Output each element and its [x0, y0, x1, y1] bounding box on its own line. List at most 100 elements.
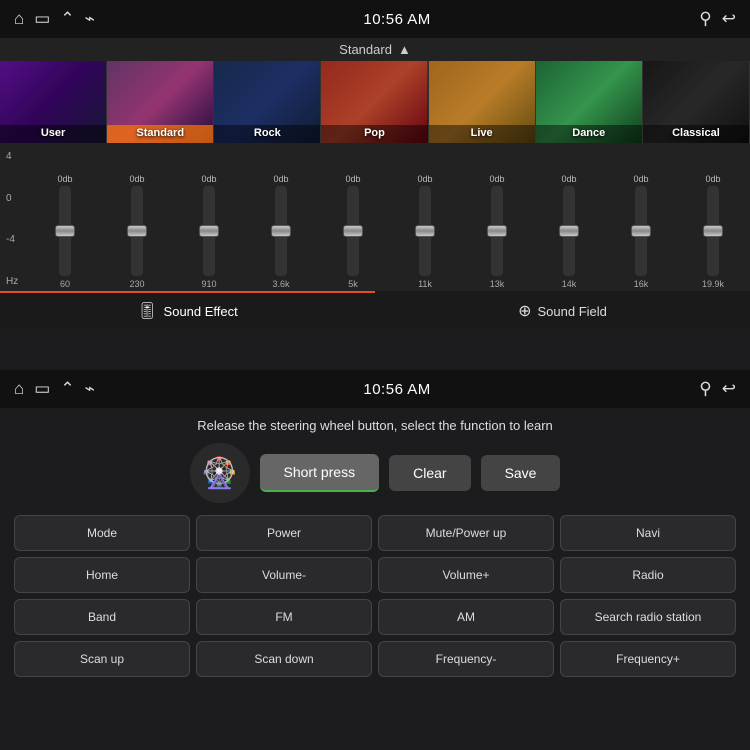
- eq-band-16k-db: 0db: [633, 174, 648, 184]
- eq-band-16k-hz: 16k: [634, 279, 649, 289]
- bottom-screen-icon[interactable]: ▭: [34, 379, 50, 399]
- top-status-bar: ⌂ ▭ ⌃ ⌁ 10:56 AM ⚲ ↩: [0, 0, 750, 38]
- eq-band-16k-track[interactable]: [635, 186, 647, 276]
- preset-user[interactable]: User: [0, 61, 107, 143]
- preset-dance-label: Dance: [536, 125, 642, 143]
- btn-freq-down[interactable]: Frequency-: [378, 641, 554, 677]
- clear-button[interactable]: Clear: [389, 455, 470, 491]
- eq-band-14k-track[interactable]: [563, 186, 575, 276]
- btn-navi[interactable]: Navi: [560, 515, 736, 551]
- eq-band-60-db: 0db: [57, 174, 72, 184]
- eq-band-230-hz: 230: [129, 279, 144, 289]
- eq-band-910-thumb[interactable]: [199, 225, 219, 237]
- chevron-up-icon[interactable]: ⌃: [60, 9, 74, 29]
- screen-icon[interactable]: ▭: [34, 9, 50, 29]
- btn-home[interactable]: Home: [14, 557, 190, 593]
- top-time: 10:56 AM: [363, 11, 430, 28]
- sw-controls-row: 🎡 Short press Clear Save: [0, 439, 750, 509]
- eq-band-11k-db: 0db: [417, 174, 432, 184]
- preset-live[interactable]: Live: [429, 61, 536, 143]
- preset-rock-label: Rock: [214, 125, 320, 143]
- eq-band-14k-db: 0db: [561, 174, 576, 184]
- eq-band-11k-track[interactable]: [419, 186, 431, 276]
- eq-band-13k-hz: 13k: [490, 279, 505, 289]
- eq-band-11k-thumb[interactable]: [415, 225, 435, 237]
- btn-search-radio[interactable]: Search radio station: [560, 599, 736, 635]
- preset-standard[interactable]: Standard: [107, 61, 214, 143]
- eq-band-16k-thumb[interactable]: [631, 225, 651, 237]
- eq-band-60-thumb[interactable]: [55, 225, 75, 237]
- back-icon[interactable]: ↩: [722, 9, 736, 29]
- eq-band-230-track[interactable]: [131, 186, 143, 276]
- eq-band-910-db: 0db: [201, 174, 216, 184]
- eq-band-230-db: 0db: [129, 174, 144, 184]
- btn-freq-up[interactable]: Frequency+: [560, 641, 736, 677]
- tab-sound-field[interactable]: ⊕ Sound Field: [375, 291, 750, 329]
- bottom-status-left-icons: ⌂ ▭ ⌃ ⌁: [14, 379, 95, 399]
- preset-user-label: User: [0, 125, 106, 143]
- preset-chevron-icon: ▲: [398, 42, 411, 57]
- bottom-usb-icon[interactable]: ⌁: [85, 379, 95, 399]
- btn-mode[interactable]: Mode: [14, 515, 190, 551]
- btn-band[interactable]: Band: [14, 599, 190, 635]
- eq-band-3k6-thumb[interactable]: [271, 225, 291, 237]
- btn-scan-down[interactable]: Scan down: [196, 641, 372, 677]
- tab-sound-effect-label: Sound Effect: [164, 304, 238, 319]
- eq-band-14k: 0db 14k: [534, 174, 604, 289]
- eq-band-5k-thumb[interactable]: [343, 225, 363, 237]
- btn-fm[interactable]: FM: [196, 599, 372, 635]
- eq-band-13k: 0db 13k: [462, 174, 532, 289]
- eq-band-3k6-db: 0db: [273, 174, 288, 184]
- function-buttons-grid: Mode Power Mute/Power up Navi Home Volum…: [0, 509, 750, 683]
- usb-icon[interactable]: ⌁: [85, 9, 95, 29]
- eq-band-3k6-track[interactable]: [275, 186, 287, 276]
- preset-standard-label: Standard: [107, 125, 213, 143]
- preset-live-label: Live: [429, 125, 535, 143]
- bottom-status-right-icons: ⚲ ↩: [699, 379, 736, 399]
- bottom-home-icon[interactable]: ⌂: [14, 379, 24, 399]
- location-icon[interactable]: ⚲: [699, 9, 711, 29]
- short-press-button[interactable]: Short press: [260, 454, 380, 492]
- sound-effect-icon: 🎚: [137, 301, 157, 321]
- eq-db-mid: 0: [6, 193, 26, 204]
- eq-band-5k-track[interactable]: [347, 186, 359, 276]
- eq-band-13k-track[interactable]: [491, 186, 503, 276]
- preset-label: Standard: [339, 42, 392, 57]
- preset-rock[interactable]: Rock: [214, 61, 321, 143]
- btn-volume-down[interactable]: Volume-: [196, 557, 372, 593]
- eq-band-13k-thumb[interactable]: [487, 225, 507, 237]
- eq-hz-unit: Hz: [6, 276, 26, 287]
- bottom-chevron-icon[interactable]: ⌃: [60, 379, 74, 399]
- tab-sound-effect[interactable]: 🎚 Sound Effect: [0, 291, 375, 329]
- eq-band-14k-thumb[interactable]: [559, 225, 579, 237]
- preset-classical[interactable]: Classical: [643, 61, 750, 143]
- btn-volume-up[interactable]: Volume+: [378, 557, 554, 593]
- bottom-back-icon[interactable]: ↩: [722, 379, 736, 399]
- btn-scan-up[interactable]: Scan up: [14, 641, 190, 677]
- btn-am[interactable]: AM: [378, 599, 554, 635]
- home-icon[interactable]: ⌂: [14, 9, 24, 29]
- eq-band-19k9-thumb[interactable]: [703, 225, 723, 237]
- preset-dance[interactable]: Dance: [536, 61, 643, 143]
- eq-band-5k: 0db 5k: [318, 174, 388, 289]
- eq-band-19k9-track[interactable]: [707, 186, 719, 276]
- steering-wheel-panel: ⌂ ▭ ⌃ ⌁ 10:56 AM ⚲ ↩ Release the steerin…: [0, 370, 750, 750]
- eq-band-5k-db: 0db: [345, 174, 360, 184]
- save-button[interactable]: Save: [481, 455, 561, 491]
- preset-row: User Standard Rock Pop Live Dance Classi…: [0, 61, 750, 143]
- bottom-time: 10:56 AM: [363, 381, 430, 398]
- btn-mute-power-up[interactable]: Mute/Power up: [378, 515, 554, 551]
- preset-header[interactable]: Standard ▲: [0, 38, 750, 61]
- btn-power[interactable]: Power: [196, 515, 372, 551]
- eq-db-top: 4: [6, 151, 26, 162]
- eq-band-14k-hz: 14k: [562, 279, 577, 289]
- eq-band-230-thumb[interactable]: [127, 225, 147, 237]
- eq-band-910-track[interactable]: [203, 186, 215, 276]
- eq-band-16k: 0db 16k: [606, 174, 676, 289]
- eq-band-60-track[interactable]: [59, 186, 71, 276]
- eq-band-19k9-hz: 19.9k: [702, 279, 724, 289]
- preset-pop[interactable]: Pop: [321, 61, 428, 143]
- btn-radio[interactable]: Radio: [560, 557, 736, 593]
- bottom-location-icon[interactable]: ⚲: [699, 379, 711, 399]
- preset-pop-label: Pop: [321, 125, 427, 143]
